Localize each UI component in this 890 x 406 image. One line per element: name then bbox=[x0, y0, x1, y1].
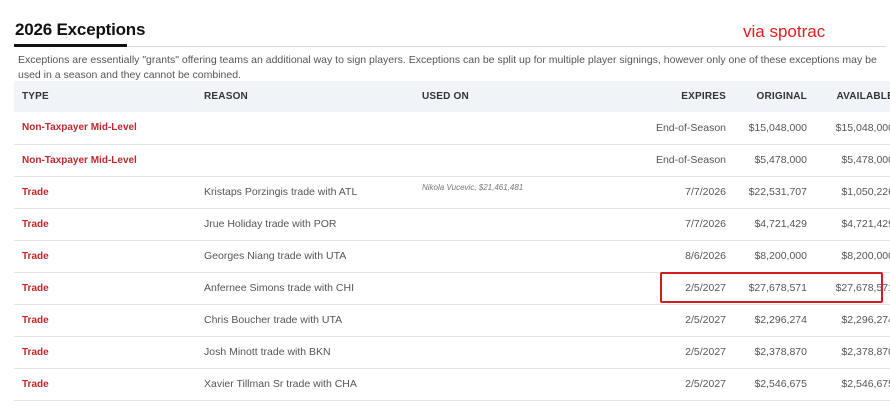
table-row[interactable]: Non-Taxpayer Mid-Level End-of-Season $5,47… bbox=[14, 144, 890, 176]
cell-reason: Jrue Holiday trade with POR bbox=[204, 218, 337, 230]
cell-type: Trade bbox=[22, 218, 49, 230]
cell-original: $2,546,675 bbox=[754, 378, 807, 390]
cell-original: $2,378,870 bbox=[754, 346, 807, 358]
cell-reason: Kristaps Porzingis trade with ATL bbox=[204, 186, 358, 198]
column-header-used-on[interactable]: USED ON bbox=[422, 81, 567, 112]
cell-expires: End-of-Season bbox=[655, 154, 726, 166]
table-row[interactable]: Non-Taxpayer Mid-Level End-of-Season $15,0… bbox=[14, 112, 890, 144]
cell-used-on bbox=[422, 240, 567, 272]
column-header-reason[interactable]: REASON bbox=[204, 81, 422, 112]
cell-original: $22,531,707 bbox=[748, 186, 807, 198]
cell-used-on: Nikola Vucevic, $21,461,481 bbox=[422, 182, 524, 192]
cell-reason: Chris Boucher trade with UTA bbox=[204, 314, 343, 326]
title-underline bbox=[14, 44, 127, 47]
cell-available: $2,546,675 bbox=[841, 378, 890, 390]
cell-type: Trade bbox=[22, 250, 49, 262]
exceptions-table: TYPE REASON USED ON EXPIRES ORIGINAL AVA… bbox=[14, 81, 890, 401]
table-row[interactable]: Trade Chris Boucher trade with UTA 2/5/202… bbox=[14, 304, 890, 336]
cell-available: $4,721,429 bbox=[841, 218, 890, 230]
cell-original: $8,200,000 bbox=[754, 250, 807, 262]
cell-used-on bbox=[422, 112, 567, 144]
table-row[interactable]: Trade Kristaps Porzingis trade with ATL Ni… bbox=[14, 176, 890, 208]
cell-reason: Anfernee Simons trade with CHI bbox=[204, 282, 354, 294]
cell-used-on bbox=[422, 336, 567, 368]
cell-available: $2,378,870 bbox=[841, 346, 890, 358]
column-header-expires[interactable]: EXPIRES bbox=[567, 81, 726, 112]
section-title: 2026 Exceptions bbox=[15, 20, 146, 39]
cell-available: $5,478,000 bbox=[841, 154, 890, 166]
cell-available: $8,200,000 bbox=[841, 250, 890, 262]
column-header-type[interactable]: TYPE bbox=[14, 81, 204, 112]
cell-type: Non-Taxpayer Mid-Level bbox=[22, 122, 137, 134]
cell-original: $5,478,000 bbox=[754, 154, 807, 166]
cell-reason bbox=[204, 144, 422, 176]
section-rule bbox=[14, 46, 886, 47]
cell-type: Trade bbox=[22, 378, 49, 390]
cell-type: Trade bbox=[22, 186, 49, 198]
cell-reason: Josh Minott trade with BKN bbox=[204, 346, 331, 358]
highlight-box bbox=[660, 272, 883, 303]
watermark-text: via spotrac bbox=[743, 22, 826, 41]
cell-original: $4,721,429 bbox=[754, 218, 807, 230]
section-description: Exceptions are essentially "grants" offe… bbox=[18, 54, 877, 81]
cell-type: Trade bbox=[22, 282, 49, 294]
cell-used-on bbox=[422, 144, 567, 176]
cell-reason: Xavier Tillman Sr trade with CHA bbox=[204, 378, 357, 390]
column-header-available[interactable]: AVAILABLE bbox=[807, 81, 890, 112]
table-row[interactable]: Trade Jrue Holiday trade with POR 7/7/2026… bbox=[14, 208, 890, 240]
cell-type: Non-Taxpayer Mid-Level bbox=[22, 154, 137, 166]
cell-type: Trade bbox=[22, 346, 49, 358]
cell-type: Trade bbox=[22, 314, 49, 326]
column-header-original[interactable]: ORIGINAL bbox=[726, 81, 807, 112]
cell-available: $2,296,274 bbox=[841, 314, 890, 326]
table-row[interactable]: Trade Josh Minott trade with BKN 2/5/2027 $… bbox=[14, 336, 890, 368]
table-row[interactable]: Trade Xavier Tillman Sr trade with CHA 2/5… bbox=[14, 368, 890, 400]
cell-expires: 8/6/2026 bbox=[685, 250, 726, 262]
table-row[interactable]: Trade Georges Niang trade with UTA 8/6/202… bbox=[14, 240, 890, 272]
cell-expires: End-of-Season bbox=[655, 121, 726, 134]
cell-expires: 2/5/2027 bbox=[685, 346, 726, 358]
cell-expires: 7/7/2026 bbox=[685, 218, 726, 230]
cell-expires: 2/5/2027 bbox=[685, 314, 726, 326]
cell-used-on bbox=[422, 208, 567, 240]
cell-original: $15,048,000 bbox=[748, 121, 807, 134]
table-header-row: TYPE REASON USED ON EXPIRES ORIGINAL AVA… bbox=[14, 81, 890, 112]
cell-reason bbox=[204, 112, 422, 144]
cell-available: $15,048,000 bbox=[835, 121, 890, 134]
cell-expires: 2/5/2027 bbox=[685, 378, 726, 390]
cell-reason: Georges Niang trade with UTA bbox=[204, 250, 347, 262]
cell-used-on bbox=[422, 272, 567, 304]
cell-used-on bbox=[422, 304, 567, 336]
cell-used-on bbox=[422, 368, 567, 400]
cell-available: $1,050,226 bbox=[841, 186, 890, 198]
cell-expires: 7/7/2026 bbox=[685, 186, 726, 198]
cell-original: $2,296,274 bbox=[754, 314, 807, 326]
